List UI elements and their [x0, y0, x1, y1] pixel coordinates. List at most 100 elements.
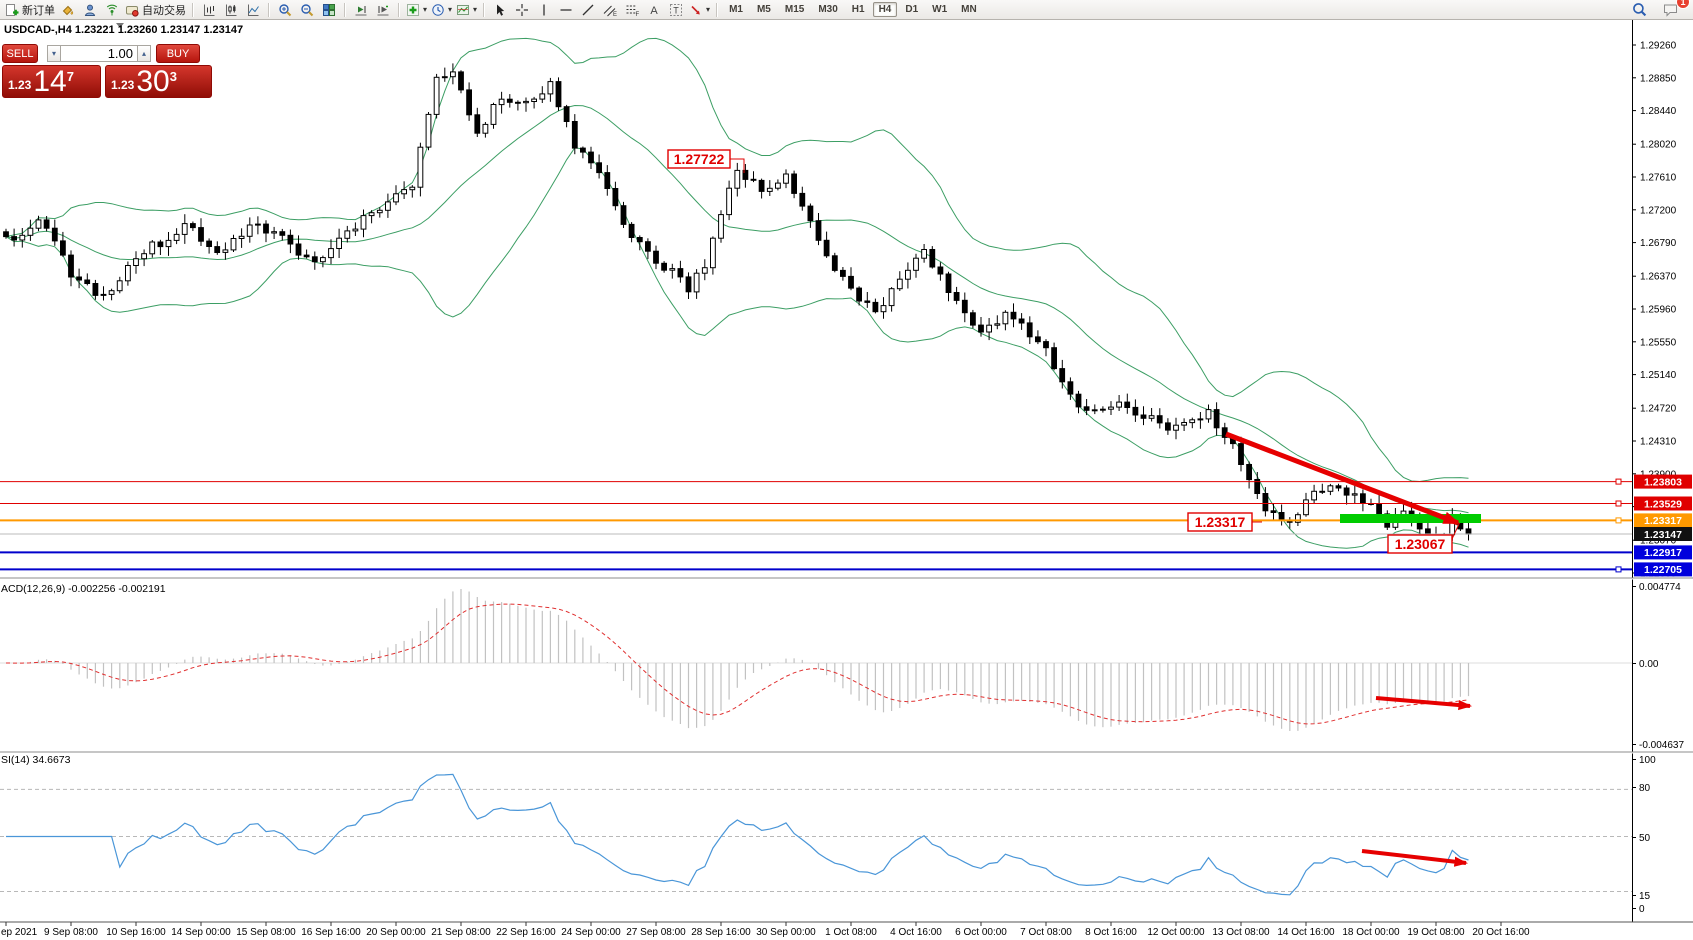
text-button[interactable]: A [643, 1, 665, 19]
text-label-button[interactable]: T [665, 1, 687, 19]
macd-label: ACD(12,26,9) -0.002256 -0.002191 [1, 583, 166, 595]
timeframe-group: M1M5M15M30H1H4D1W1MN [722, 2, 984, 17]
periods-button[interactable]: ▾ [429, 1, 454, 19]
paint-bucket-icon [61, 3, 75, 17]
toolbar-right-group: 1 [1628, 1, 1690, 19]
toolbar: 新订单 自动交易 [0, 0, 1693, 20]
svg-text:20 Sep 00:00: 20 Sep 00:00 [366, 927, 426, 938]
svg-text:1 Oct 08:00: 1 Oct 08:00 [825, 927, 877, 938]
timeframe-m15[interactable]: M15 [779, 2, 810, 17]
indicators-icon [406, 3, 420, 17]
zoom-out-button[interactable] [296, 1, 318, 19]
crosshair-icon [515, 3, 529, 17]
search-button[interactable] [1628, 1, 1650, 19]
timeframe-h1[interactable]: H1 [846, 2, 871, 17]
svg-text:ep 2021: ep 2021 [1, 927, 38, 938]
autotrading-icon [125, 3, 139, 17]
svg-text:50: 50 [1639, 833, 1651, 844]
cursor-button[interactable] [489, 1, 511, 19]
sell-button[interactable]: SELL [2, 44, 38, 63]
toolbar-separator [344, 3, 346, 17]
buy-button[interactable]: BUY [156, 44, 200, 63]
trendline-button[interactable] [577, 1, 599, 19]
indicators-caret-icon: ▾ [423, 6, 427, 14]
toolbar-separator [268, 3, 270, 17]
svg-text:14 Oct 16:00: 14 Oct 16:00 [1277, 927, 1335, 938]
svg-text:1.25550: 1.25550 [1640, 337, 1677, 348]
svg-text:1.26790: 1.26790 [1640, 238, 1677, 249]
paint-bucket-button[interactable] [57, 1, 79, 19]
svg-text:7 Oct 08:00: 7 Oct 08:00 [1020, 927, 1072, 938]
timeframe-m30[interactable]: M30 [812, 2, 843, 17]
svg-text:1.26370: 1.26370 [1640, 272, 1677, 283]
svg-text:1.27610: 1.27610 [1640, 173, 1677, 184]
profile-icon [83, 3, 97, 17]
svg-text:1.29260: 1.29260 [1640, 41, 1677, 52]
timeframe-m5[interactable]: M5 [751, 2, 777, 17]
toolbar-separator [398, 3, 400, 17]
horizontal-line-icon [559, 3, 573, 17]
svg-text:1.27200: 1.27200 [1640, 205, 1677, 216]
svg-text:T: T [673, 5, 679, 15]
horizontal-line-button[interactable] [555, 1, 577, 19]
timeframe-h4[interactable]: H4 [873, 2, 898, 17]
chat-button[interactable]: 1 [1660, 1, 1682, 19]
svg-text:1.28850: 1.28850 [1640, 73, 1677, 84]
toolbar-separator [192, 3, 194, 17]
profile-button[interactable] [79, 1, 101, 19]
chart-canvas[interactable]: 1.292601.288501.284401.280201.276101.272… [0, 0, 1693, 940]
text-icon: A [647, 3, 661, 17]
crosshair-button[interactable] [511, 1, 533, 19]
svg-text:8 Oct 16:00: 8 Oct 16:00 [1085, 927, 1137, 938]
svg-text:18 Oct 00:00: 18 Oct 00:00 [1342, 927, 1400, 938]
svg-text:1.22917: 1.22917 [1644, 547, 1682, 559]
one-click-row: SELL ▾ ▴ BUY [2, 44, 214, 63]
templates-button[interactable]: ▾ [454, 1, 479, 19]
timeframe-m1[interactable]: M1 [723, 2, 749, 17]
signal-button[interactable] [101, 1, 123, 19]
svg-text:4 Oct 16:00: 4 Oct 16:00 [890, 927, 942, 938]
toolbar-separator [483, 3, 485, 17]
clock-icon [431, 3, 445, 17]
chart-shift-button[interactable] [372, 1, 394, 19]
fibonacci-button[interactable]: F [621, 1, 643, 19]
volume-down-button[interactable]: ▾ [47, 45, 61, 62]
buy-price-box[interactable]: 1.23 30 3 [105, 65, 212, 98]
tile-windows-icon [322, 3, 336, 17]
volume-input[interactable] [61, 45, 137, 62]
vertical-line-button[interactable] [533, 1, 555, 19]
svg-text:1.24720: 1.24720 [1640, 404, 1677, 415]
svg-text:0.004774: 0.004774 [1639, 582, 1681, 593]
new-order-button[interactable]: 新订单 [3, 1, 57, 19]
svg-text:E: E [613, 12, 617, 17]
chart-candles-button[interactable] [220, 1, 242, 19]
svg-text:1.24310: 1.24310 [1640, 437, 1677, 448]
autoscroll-button[interactable] [350, 1, 372, 19]
buy-price-big: 30 [136, 68, 169, 97]
indicators-button[interactable]: ▾ [404, 1, 429, 19]
chart-bars-icon [202, 3, 216, 17]
chart-line-button[interactable] [242, 1, 264, 19]
zoom-in-icon [278, 3, 292, 17]
search-icon [1632, 2, 1647, 17]
arrows-button[interactable]: ▾ [687, 1, 712, 19]
autotrading-button[interactable]: 自动交易 [123, 1, 188, 19]
svg-text:10 Sep 16:00: 10 Sep 16:00 [106, 927, 166, 938]
svg-text:1.23317: 1.23317 [1644, 515, 1682, 527]
volume-stepper: ▾ ▴ [47, 45, 151, 62]
channel-button[interactable]: E [599, 1, 621, 19]
svg-text:15: 15 [1639, 891, 1651, 902]
svg-text:6 Oct 00:00: 6 Oct 00:00 [955, 927, 1007, 938]
timeframe-d1[interactable]: D1 [899, 2, 924, 17]
tile-windows-button[interactable] [318, 1, 340, 19]
svg-text:14 Sep 00:00: 14 Sep 00:00 [171, 927, 231, 938]
timeframe-mn[interactable]: MN [955, 2, 983, 17]
sell-price-prefix: 1.23 [8, 78, 31, 92]
chart-bars-button[interactable] [198, 1, 220, 19]
sell-price-box[interactable]: 1.23 14 7 [2, 65, 101, 98]
volume-up-button[interactable]: ▴ [137, 45, 151, 62]
svg-text:0: 0 [1639, 904, 1645, 915]
zoom-in-button[interactable] [274, 1, 296, 19]
timeframe-w1[interactable]: W1 [926, 2, 953, 17]
arrows-caret-icon: ▾ [706, 6, 710, 14]
